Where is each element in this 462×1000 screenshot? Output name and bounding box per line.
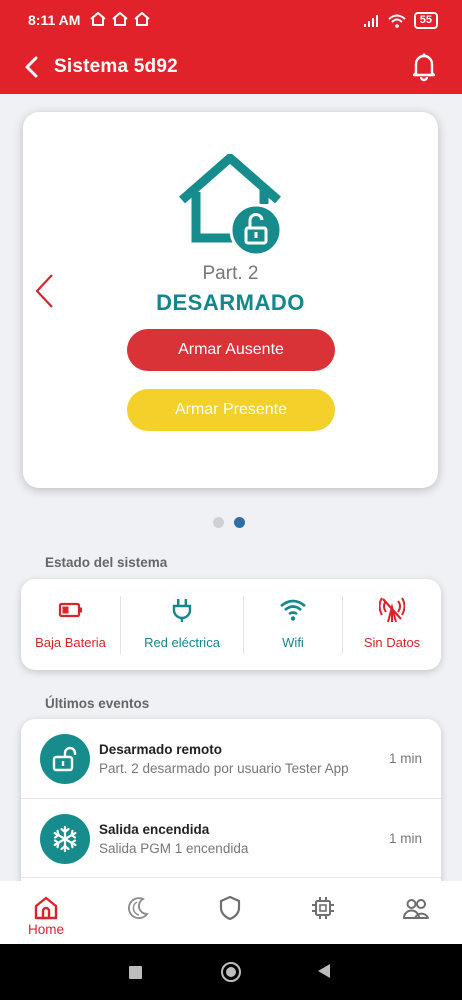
nav-home[interactable]: Home: [0, 881, 92, 944]
chip-icon: [312, 897, 334, 919]
house-unlocked-icon: [179, 154, 283, 257]
arm-stay-button[interactable]: Armar Presente: [127, 389, 335, 431]
house-notification-icon: [112, 11, 128, 26]
event-description: Part. 2 desarmado por usuario Tester App: [99, 761, 349, 776]
partition-state: DESARMADO: [156, 290, 305, 315]
snowflake-icon: [53, 825, 77, 853]
event-avatar: [40, 814, 90, 864]
home-circle-icon[interactable]: [221, 962, 241, 982]
nav-label: Home: [27, 922, 64, 937]
back-triangle-icon[interactable]: [318, 964, 330, 978]
status-wifi[interactable]: Wifi: [244, 579, 342, 670]
nav-security[interactable]: [184, 881, 276, 944]
status-data[interactable]: Sin Datos: [343, 579, 441, 670]
shield-icon: [219, 895, 241, 921]
bell-icon[interactable]: [408, 50, 440, 82]
partition-name: Part. 2: [202, 263, 259, 284]
notification-icons: [90, 11, 150, 26]
cell-signal-icon: [363, 14, 378, 27]
carousel-dot[interactable]: [213, 517, 224, 528]
house-notification-icon: [134, 11, 150, 26]
nav-night[interactable]: [92, 881, 184, 944]
home-icon: [34, 896, 58, 920]
event-item[interactable]: Salida encendida Salida PGM 1 encendida …: [21, 799, 441, 878]
arm-away-button[interactable]: Armar Ausente: [127, 329, 335, 371]
recents-icon[interactable]: [129, 966, 142, 979]
battery-level: 55: [413, 12, 438, 29]
page-title: Sistema 5d92: [54, 56, 178, 77]
event-description: Salida PGM 1 encendida: [99, 841, 249, 856]
carousel-indicator: [213, 517, 245, 528]
status-battery[interactable]: Baja Bateria: [21, 579, 120, 670]
status-label: Baja Bateria: [35, 635, 106, 650]
back-arrow-icon[interactable]: [20, 54, 46, 80]
house-notification-icon: [90, 11, 106, 26]
no-signal-icon: [379, 597, 405, 623]
events-heading: Últimos eventos: [45, 696, 150, 711]
plug-icon: [172, 599, 192, 622]
event-title: Desarmado remoto: [99, 742, 223, 757]
carousel-dot-active[interactable]: [234, 517, 245, 528]
divider: [21, 877, 441, 878]
event-avatar: [40, 734, 90, 784]
wifi-icon: [280, 599, 306, 621]
event-time: 1 min: [388, 831, 422, 846]
moon-icon: [128, 897, 149, 920]
app-bar: Sistema 5d92: [0, 42, 462, 94]
system-status-heading: Estado del sistema: [45, 555, 168, 570]
wifi-status-icon: [388, 14, 406, 28]
system-indicators: 55: [363, 12, 438, 29]
event-item[interactable]: Desarmado remoto Part. 2 desarmado por u…: [21, 719, 441, 798]
status-bar: 8:11 AM 55: [0, 0, 462, 42]
status-label: Wifi: [282, 635, 304, 650]
status-label: Sin Datos: [363, 635, 421, 650]
status-time: 8:11 AM: [28, 12, 81, 28]
battery-low-icon: [58, 602, 82, 618]
nav-devices[interactable]: [277, 881, 369, 944]
event-title: Salida encendida: [99, 822, 210, 837]
users-icon: [403, 899, 429, 919]
nav-users[interactable]: [370, 881, 462, 944]
status-power[interactable]: Red eléctrica: [121, 579, 243, 670]
unlocked-padlock-icon: [52, 746, 77, 772]
status-label: Red eléctrica: [144, 635, 220, 650]
event-time: 1 min: [388, 751, 422, 766]
